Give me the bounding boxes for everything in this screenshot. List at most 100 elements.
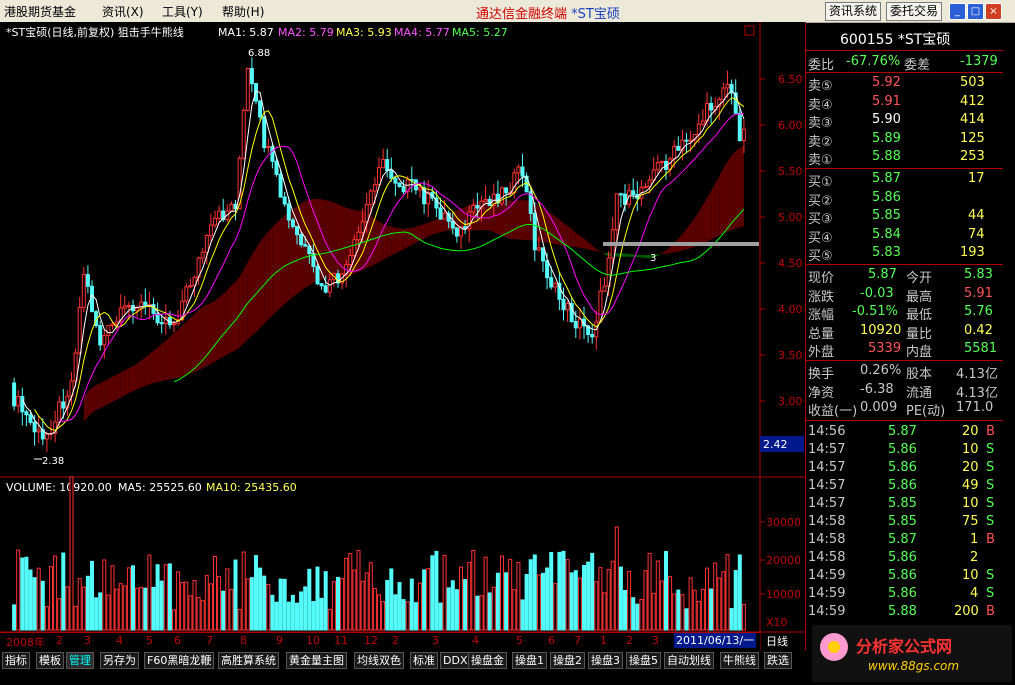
volume-bar xyxy=(487,592,492,631)
tab-3[interactable]: 另存为 xyxy=(100,652,139,669)
buy-label: 买① xyxy=(808,175,833,190)
candle-body xyxy=(270,146,275,162)
candle-body xyxy=(520,166,525,177)
volume-bar xyxy=(126,567,131,631)
volume-bar xyxy=(385,579,390,631)
tick-time: 14:57 xyxy=(808,496,846,511)
tab-4[interactable]: F60黑暗龙鞭 xyxy=(144,652,215,669)
date-axis: 2008年 2 3 4 5 6 7 8 9 10 11 12 2 3 4 5 6 7 1 2 3 xyxy=(0,632,760,649)
volume-bar xyxy=(393,594,398,631)
band-segment xyxy=(637,254,642,258)
candle-body xyxy=(81,274,86,308)
tab-6[interactable]: 黄金量主图 xyxy=(286,652,347,669)
candle-body xyxy=(590,333,595,338)
candle-body xyxy=(172,323,176,326)
chart-svg[interactable]: *ST宝硕(日线,前复权) 狙击手牛熊线 MA1: 5.87 MA2: 5.79… xyxy=(0,22,805,650)
volume-bar xyxy=(651,592,656,631)
trade-button[interactable]: 委托交易 xyxy=(886,2,943,21)
close-icon[interactable]: × xyxy=(985,3,1002,20)
tab-16[interactable]: 牛熊线 xyxy=(720,652,759,669)
month-label: 8 xyxy=(240,634,247,647)
volume-bar xyxy=(110,565,115,631)
volume-bar xyxy=(61,552,66,631)
tab-8[interactable]: 标准 xyxy=(410,652,438,669)
candle-body xyxy=(143,301,148,308)
candle-body xyxy=(44,433,49,440)
stat-value: 4.13亿 xyxy=(956,367,998,382)
volume-bar xyxy=(254,555,258,631)
candle-body xyxy=(577,318,582,329)
tab-0[interactable]: 指标 xyxy=(2,652,30,669)
volume-bar xyxy=(672,593,677,631)
tab-17[interactable]: 跌选 xyxy=(764,652,792,669)
band-segment xyxy=(522,200,527,241)
volume-bar xyxy=(57,598,62,631)
tab-14[interactable]: 操盘5 xyxy=(626,652,661,669)
kline-chart-area[interactable]: *ST宝硕(日线,前复权) 狙击手牛熊线 MA1: 5.87 MA2: 5.79… xyxy=(0,22,805,650)
menu-info[interactable]: 资讯(X) xyxy=(102,3,144,20)
tab-15[interactable]: 自动划线 xyxy=(664,652,714,669)
tab-1[interactable]: 模板 xyxy=(36,652,64,669)
band-segment xyxy=(538,205,543,243)
volume-bar xyxy=(69,476,74,631)
candle-body xyxy=(545,260,550,279)
volume-bar xyxy=(340,578,345,631)
tick-vol: 20 xyxy=(962,424,979,439)
tab-10[interactable]: 操盘金 xyxy=(468,652,507,669)
candle-body xyxy=(98,325,103,346)
volume-bar xyxy=(705,567,709,631)
maximize-icon[interactable]: □ xyxy=(967,3,984,20)
band-segment xyxy=(112,374,117,402)
stat-value: 171.0 xyxy=(956,400,994,415)
tab-12[interactable]: 操盘2 xyxy=(550,652,585,669)
menu-help[interactable]: 帮助(H) xyxy=(222,3,264,20)
stat-value: 5581 xyxy=(964,341,998,356)
volume-bar xyxy=(85,575,90,631)
sell-vol: 412 xyxy=(960,93,985,109)
candle-body xyxy=(356,231,361,241)
candle-body xyxy=(573,321,578,329)
candle-body xyxy=(549,277,554,288)
tick-price: 5.87 xyxy=(888,424,917,439)
band-segment xyxy=(321,199,326,280)
minimize-icon[interactable]: _ xyxy=(949,3,966,20)
sep-2 xyxy=(806,72,1003,73)
stat-label: 最高 xyxy=(906,289,933,305)
candle-body xyxy=(352,239,357,256)
tab-2[interactable]: 管理 xyxy=(66,652,94,669)
volume-bar xyxy=(389,568,394,631)
candle-body xyxy=(208,224,213,237)
sell-price: 5.92 xyxy=(872,75,901,90)
volume-bar xyxy=(582,564,586,631)
sell-price: 5.89 xyxy=(872,130,901,146)
period-label[interactable]: 日线 xyxy=(766,633,788,649)
band-segment xyxy=(387,225,392,258)
month-label: 7 xyxy=(206,634,213,647)
stat-label: 总量 xyxy=(808,326,835,342)
volume-bar xyxy=(159,580,164,631)
tab-5[interactable]: 高胜算系统 xyxy=(218,652,279,669)
menu-tools[interactable]: 工具(Y) xyxy=(162,3,203,20)
tick-vol: 4 xyxy=(970,586,979,601)
candle-body xyxy=(278,173,283,198)
menu-hk-futures-funds[interactable]: 港股期货基金 xyxy=(4,3,76,20)
tab-9[interactable]: DDX xyxy=(440,652,471,669)
candle-body xyxy=(602,285,607,292)
tab-11[interactable]: 操盘1 xyxy=(512,652,547,669)
tick-price: 5.86 xyxy=(888,478,917,493)
info-system-button[interactable]: 资讯系统 xyxy=(825,2,882,21)
volume-bar xyxy=(225,568,230,631)
buy-price: 5.87 xyxy=(872,171,901,186)
menu-bar: 港股期货基金 资讯(X) 工具(Y) 帮助(H) 通达信金融终端 *ST宝硕 资… xyxy=(0,0,1015,23)
buy-vol: 44 xyxy=(968,208,985,223)
tick-vol: 1 xyxy=(970,532,979,547)
volume-bar xyxy=(409,578,414,631)
tick-vol: 49 xyxy=(962,478,979,493)
month-label: 4 xyxy=(116,634,123,647)
tab-13[interactable]: 操盘3 xyxy=(588,652,623,669)
buy-vol: 17 xyxy=(968,171,985,186)
volume-bar xyxy=(397,582,402,631)
sell-label: 卖② xyxy=(808,134,833,150)
tab-7[interactable]: 均线双色 xyxy=(354,652,404,669)
candle-body xyxy=(393,177,398,184)
